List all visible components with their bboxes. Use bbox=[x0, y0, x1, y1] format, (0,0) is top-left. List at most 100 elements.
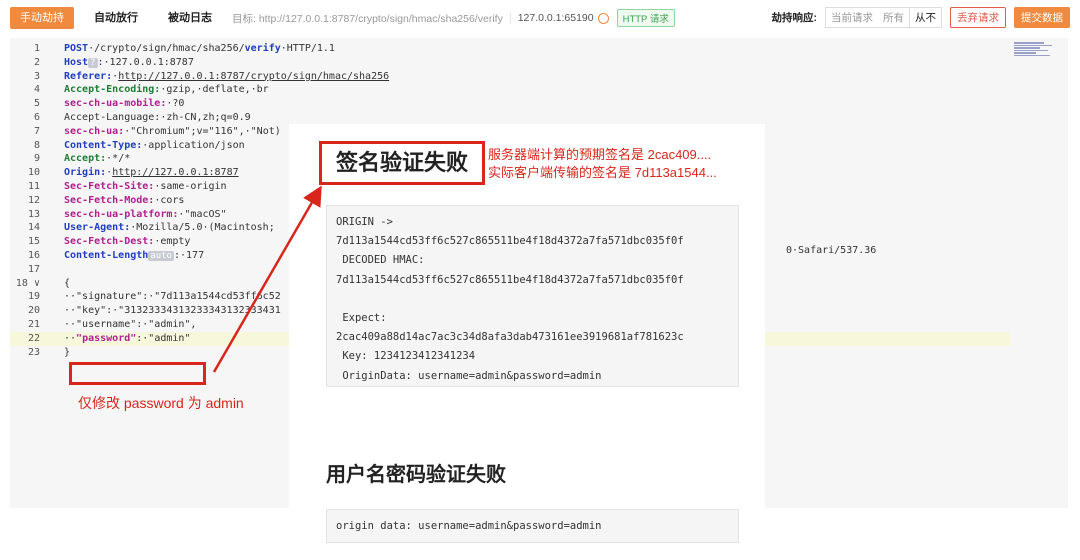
password-annotation: 仅修改 password 为 admin bbox=[78, 395, 244, 411]
line-number: 15 bbox=[27, 236, 40, 248]
detail-line: OriginData: username=admin&password=admi… bbox=[336, 369, 602, 382]
tab-manual-hijack[interactable]: 手动劫持 bbox=[10, 7, 74, 29]
detail-line bbox=[336, 290, 729, 309]
code-token: Sec-Fetch-Dest: bbox=[64, 236, 155, 248]
code-token: Origin: bbox=[64, 167, 107, 179]
line-content: Content-Type:·application/json bbox=[64, 139, 245, 153]
target-url: 目标: http://127.0.0.1:8787/crypto/sign/hm… bbox=[232, 12, 503, 25]
code-token: "password" bbox=[76, 332, 137, 344]
code-token: Content-Length bbox=[64, 249, 149, 261]
code-token: ··"signature":·"7d113a1544cd53ff6c52 bbox=[64, 291, 281, 303]
tab-auto-release[interactable]: 自动放行 bbox=[84, 7, 148, 29]
code-line[interactable]: 5 sec-ch-ua-mobile:·?0 bbox=[10, 97, 1010, 111]
code-line[interactable]: 1 POST·/crypto/sign/hmac/sha256/verify·HT… bbox=[10, 42, 1010, 56]
detail-line: ORIGIN -> bbox=[336, 216, 393, 228]
annotation-actual: 实际客户端传输的签名是 7d113a1544... bbox=[488, 165, 717, 180]
code-token: ·"macOS" bbox=[178, 208, 227, 220]
line-number: 10 bbox=[27, 167, 40, 179]
hijack-option-current[interactable]: 当前请求 bbox=[826, 8, 878, 27]
line-content: Accept-Language:·zh-CN,zh;q=0.9 bbox=[64, 111, 251, 125]
line-content: POST·/crypto/sign/hmac/sha256/verify·HTT… bbox=[64, 42, 335, 56]
line-content: sec-ch-ua:·"Chromium";v="116",·"Not) bbox=[64, 125, 281, 139]
line-number: 5 bbox=[33, 98, 40, 110]
code-minimap[interactable] bbox=[1014, 42, 1054, 64]
drop-request-button[interactable]: 丢弃请求 bbox=[950, 7, 1006, 28]
host-address: 127.0.0.1:65190 bbox=[517, 12, 594, 24]
detail-line: 2cac409a88d14ac7ac3c34d8afa3dab473161ee3… bbox=[336, 331, 684, 344]
hijack-controls: 劫持响应: 当前请求 所有 从不 丢弃请求 提交数据 bbox=[772, 7, 1070, 28]
code-token: sec-ch-ua-platform: bbox=[64, 208, 179, 220]
code-token: ·*/* bbox=[106, 153, 131, 165]
line-number: 2 bbox=[33, 56, 40, 68]
line-content: ··"key":·"31323334313233343132333431 bbox=[64, 304, 281, 318]
line-content: ··"password":·"admin" bbox=[64, 332, 190, 346]
code-line[interactable]: 6 Accept-Language:·zh-CN,zh;q=0.9 bbox=[10, 111, 1010, 125]
detail-line: Expect: bbox=[336, 311, 387, 324]
code-token: ·cors bbox=[154, 194, 185, 206]
code-token: Sec-Fetch-Mode: bbox=[64, 194, 155, 206]
line-number: 23 bbox=[27, 346, 40, 358]
line-number: 7 bbox=[33, 125, 40, 137]
code-line[interactable]: 3 Referer:·http://127.0.0.1:8787/crypto/s… bbox=[10, 70, 1010, 84]
code-token: ·application/json bbox=[142, 139, 245, 151]
code-token: } bbox=[64, 346, 71, 358]
password-highlight-box bbox=[69, 362, 206, 385]
line-number: 14 bbox=[27, 222, 40, 234]
code-token: ·· bbox=[64, 332, 77, 344]
line-number: 3 bbox=[33, 70, 40, 82]
code-token: :·177 bbox=[173, 249, 205, 261]
line-number: 17 bbox=[27, 263, 40, 275]
line-content: Content-Length auto:·177 bbox=[64, 249, 204, 264]
code-token: :·"admin" bbox=[136, 332, 191, 344]
code-token: ··"key":·"31323334313233343132333431 bbox=[64, 305, 281, 317]
line-number: 18 ∨ bbox=[15, 277, 40, 289]
line-content: sec-ch-ua-mobile:·?0 bbox=[64, 97, 184, 111]
user-agent-tail: 0·Safari/537.36 bbox=[786, 245, 877, 256]
http-request-badge: HTTP 请求 bbox=[616, 9, 675, 27]
line-number: 21 bbox=[27, 318, 40, 330]
code-token: Content-Type: bbox=[64, 139, 143, 151]
code-token: User-Agent: bbox=[64, 222, 131, 234]
code-token: POST bbox=[64, 43, 89, 54]
line-number: 1 bbox=[33, 43, 40, 54]
hint-badge: auto bbox=[148, 250, 174, 261]
line-content: sec-ch-ua-platform:·"macOS" bbox=[64, 208, 227, 222]
code-token: sec-ch-ua-mobile: bbox=[64, 98, 167, 110]
tab-passive-log[interactable]: 被动日志 bbox=[158, 7, 222, 29]
submit-data-button[interactable]: 提交数据 bbox=[1014, 7, 1070, 28]
code-token: ·gzip,·deflate,·br bbox=[160, 84, 269, 96]
code-token: ·/crypto/sign/hmac/sha256/ bbox=[88, 43, 245, 54]
code-line[interactable]: 2 Host?:·127.0.0.1:8787 bbox=[10, 56, 1010, 70]
line-content: Origin:·http://127.0.0.1:8787 bbox=[64, 166, 239, 180]
line-number: 22 bbox=[27, 332, 40, 344]
line-content: ··"signature":·"7d113a1544cd53ff6c52 bbox=[64, 290, 281, 304]
hijack-response-selector: 当前请求 所有 从不 bbox=[825, 7, 942, 28]
credential-failed-title: 用户名密码验证失败 bbox=[326, 464, 506, 486]
code-token: ·same-origin bbox=[154, 180, 227, 192]
code-token: ·"Chromium";v="116",·"Not) bbox=[124, 125, 281, 137]
refresh-icon[interactable] bbox=[597, 12, 609, 24]
annotation-expected: 服务器端计算的预期签名是 2cac409.... bbox=[488, 147, 712, 162]
code-token: { bbox=[64, 277, 71, 289]
code-token: http://127.0.0.1:8787 bbox=[112, 167, 239, 179]
code-token: Referer: bbox=[64, 70, 113, 82]
line-content: Sec-Fetch-Mode:·cors bbox=[64, 194, 184, 208]
line-content: Accept-Encoding:·gzip,·deflate,·br bbox=[64, 83, 269, 97]
toolbar-divider: | bbox=[508, 12, 512, 24]
line-content: } bbox=[64, 346, 70, 360]
signature-detail-block: ORIGIN -> 7d113a1544cd53ff6c527c865511be4… bbox=[326, 205, 739, 387]
hijack-option-all[interactable]: 所有 bbox=[878, 8, 909, 27]
detail-line: DECODED HMAC: bbox=[336, 254, 425, 267]
code-token: :·127.0.0.1:8787 bbox=[97, 56, 194, 68]
line-content: { bbox=[64, 277, 70, 291]
origin-data-block: origin data: username=admin&password=adm… bbox=[326, 509, 739, 543]
line-number: 13 bbox=[27, 208, 40, 220]
hijack-option-never[interactable]: 从不 bbox=[909, 8, 941, 27]
code-line[interactable]: 4 Accept-Encoding:·gzip,·deflate,·br bbox=[10, 83, 1010, 97]
code-token: ·empty bbox=[154, 236, 191, 248]
toolbar: 手动劫持 自动放行 被动日志 目标: http://127.0.0.1:8787… bbox=[0, 0, 1080, 36]
line-number: 12 bbox=[27, 194, 40, 206]
detail-line: 7d113a1544cd53ff6c527c865511be4f18d4372a… bbox=[336, 273, 684, 286]
hint-badge: ? bbox=[88, 57, 98, 68]
line-content: Host?:·127.0.0.1:8787 bbox=[64, 56, 194, 71]
